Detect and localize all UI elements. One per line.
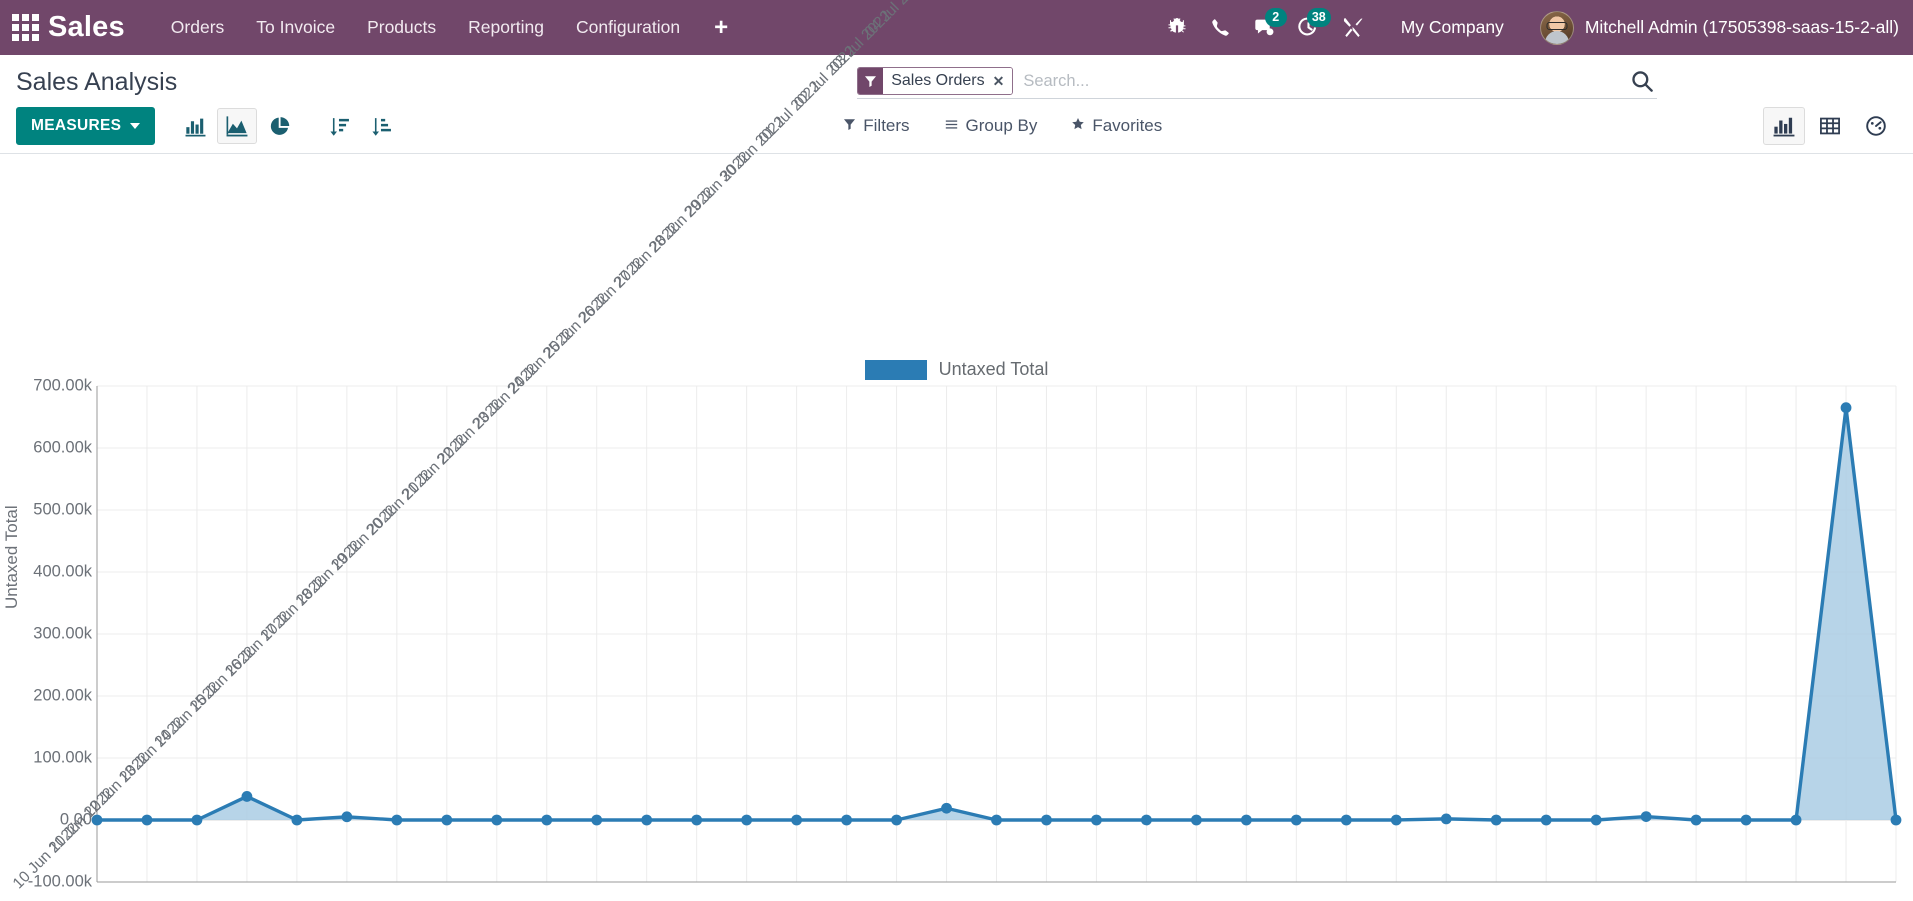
- control-panel: Sales Analysis Sales Orders ✕ Search... …: [0, 55, 1913, 154]
- data-point: [941, 802, 952, 814]
- data-point: [691, 814, 703, 826]
- search-facet-text: Sales Orders: [891, 72, 985, 89]
- activities-clock-icon[interactable]: 38: [1287, 6, 1331, 50]
- search-facet-label-wrap: Sales Orders ✕: [883, 68, 1013, 94]
- messages-icon[interactable]: 2: [1243, 6, 1287, 50]
- menu-products[interactable]: Products: [351, 11, 452, 44]
- filters-dropdown[interactable]: Filters: [843, 116, 910, 136]
- filters-label: Filters: [863, 116, 910, 135]
- data-point: [541, 814, 553, 826]
- chart-canvas[interactable]: [0, 154, 1913, 889]
- activities-badge: 38: [1306, 7, 1331, 27]
- user-menu[interactable]: Mitchell Admin (17505398-saas-15-2-all): [1539, 10, 1899, 45]
- control-panel-bottom-row: MEASURES Filters Group By Favorites: [0, 101, 1913, 153]
- data-point: [1790, 814, 1802, 826]
- data-point: [1141, 814, 1152, 826]
- graph-view-icon[interactable]: [1763, 107, 1805, 145]
- menu-configuration[interactable]: Configuration: [560, 11, 696, 44]
- searchview: Sales Orders ✕: [857, 67, 1658, 99]
- data-point: [291, 814, 303, 826]
- data-point: [1840, 402, 1852, 414]
- messages-badge: 2: [1264, 7, 1287, 27]
- menu-orders[interactable]: Orders: [155, 11, 240, 44]
- search-dropdown-links: Filters Group By Favorites: [843, 116, 1162, 136]
- pie-chart-icon[interactable]: [259, 108, 299, 144]
- cohort-view-icon[interactable]: [1855, 107, 1897, 145]
- data-point: [1590, 814, 1602, 826]
- search-area: Sales Orders ✕: [857, 67, 1897, 99]
- menu-to-invoice[interactable]: To Invoice: [240, 11, 351, 44]
- data-point: [1091, 814, 1102, 826]
- favorites-dropdown[interactable]: Favorites: [1071, 116, 1162, 136]
- group-lines-icon: [944, 116, 959, 136]
- data-point: [791, 814, 803, 826]
- data-point: [1740, 814, 1752, 826]
- app-brand-sales[interactable]: Sales: [48, 11, 125, 44]
- add-menu-plus-icon[interactable]: +: [696, 15, 746, 40]
- data-point: [1640, 811, 1652, 822]
- page-title: Sales Analysis: [16, 68, 178, 96]
- sort-buttons: [319, 108, 401, 144]
- star-icon: [1071, 116, 1085, 136]
- graph-view: Untaxed Total Untaxed Total Order Date -…: [0, 0, 1913, 892]
- search-input[interactable]: [1013, 69, 1620, 93]
- measures-button[interactable]: MEASURES: [16, 107, 156, 145]
- top-navbar: Sales Orders To Invoice Products Reporti…: [0, 0, 1913, 55]
- sort-descending-icon[interactable]: [319, 108, 359, 144]
- data-point: [441, 814, 453, 826]
- data-point: [1190, 814, 1202, 826]
- line-chart-icon[interactable]: [217, 108, 258, 144]
- data-point: [141, 814, 153, 826]
- data-point: [741, 814, 753, 826]
- data-point: [841, 814, 852, 826]
- filter-funnel-icon: [843, 116, 856, 136]
- group-by-label: Group By: [965, 116, 1038, 135]
- company-switcher[interactable]: My Company: [1387, 11, 1518, 44]
- bug-icon[interactable]: [1155, 6, 1199, 50]
- data-point: [991, 814, 1002, 826]
- data-point: [1440, 813, 1452, 825]
- pivot-view-icon[interactable]: [1809, 107, 1851, 145]
- data-point: [1390, 814, 1402, 826]
- data-point: [1540, 814, 1552, 826]
- bar-chart-icon[interactable]: [175, 108, 215, 144]
- search-facet-sales-orders[interactable]: Sales Orders ✕: [857, 67, 1014, 95]
- data-point: [191, 814, 203, 826]
- developer-tools-icon[interactable]: [1331, 6, 1375, 50]
- data-point: [1490, 814, 1502, 826]
- menu-reporting[interactable]: Reporting: [452, 11, 560, 44]
- data-point: [891, 814, 902, 826]
- data-point: [591, 814, 603, 826]
- control-panel-top-row: Sales Analysis Sales Orders ✕: [0, 55, 1913, 101]
- favorites-label: Favorites: [1092, 116, 1163, 135]
- filter-funnel-icon: [858, 68, 884, 94]
- search-icon[interactable]: [1619, 70, 1657, 92]
- data-point: [1890, 814, 1902, 826]
- data-point: [1240, 814, 1252, 826]
- data-point: [1690, 814, 1702, 826]
- phone-icon[interactable]: [1199, 6, 1243, 50]
- data-point: [391, 814, 403, 826]
- data-point: [641, 814, 653, 826]
- data-point: [341, 811, 353, 823]
- group-by-dropdown[interactable]: Group By: [944, 116, 1038, 136]
- data-point: [241, 791, 253, 802]
- data-point: [491, 814, 503, 826]
- sort-ascending-icon[interactable]: [361, 108, 401, 144]
- measures-label: MEASURES: [31, 117, 122, 134]
- chevron-down-icon: [130, 123, 141, 129]
- view-switcher: [1763, 107, 1897, 145]
- data-point: [1041, 814, 1052, 826]
- apps-grid-icon[interactable]: [8, 11, 42, 45]
- avatar: [1539, 10, 1574, 45]
- chart-type-buttons: [175, 108, 299, 144]
- facet-remove-icon[interactable]: ✕: [993, 73, 1005, 90]
- data-point: [1340, 814, 1352, 826]
- data-point: [1290, 814, 1302, 826]
- user-name-label: Mitchell Admin (17505398-saas-15-2-all): [1584, 17, 1899, 37]
